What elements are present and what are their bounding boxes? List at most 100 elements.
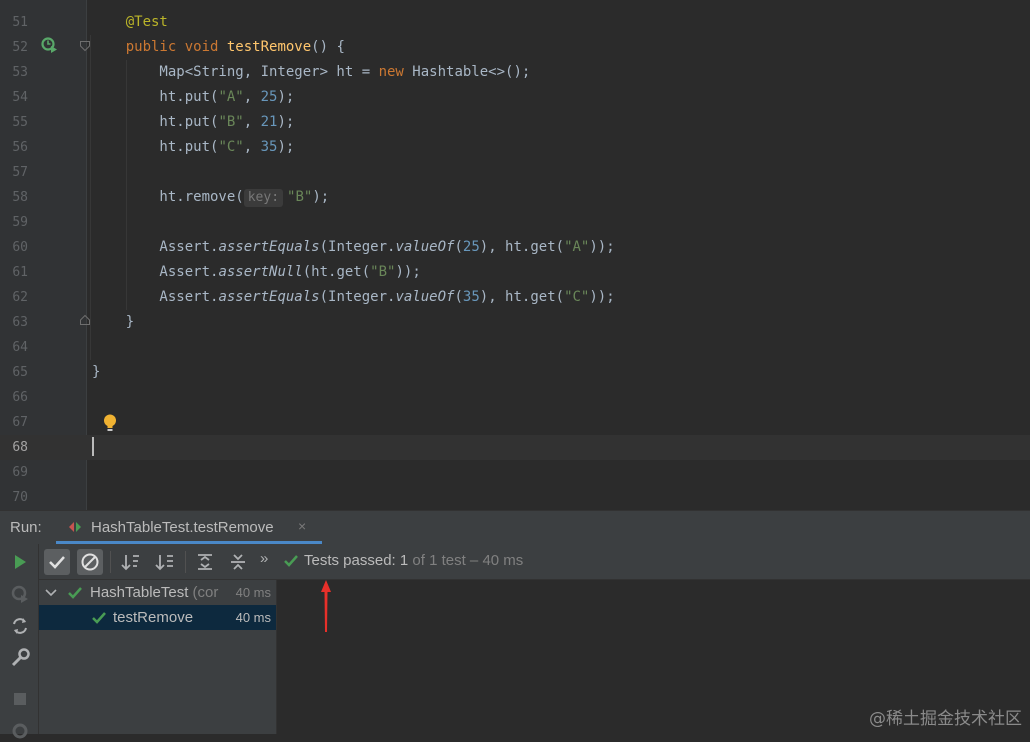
code-token: assertNull bbox=[218, 264, 303, 280]
code-text: Map<String, Integer> ht = new Hashtable<… bbox=[92, 60, 530, 85]
toolbar-separator bbox=[110, 551, 111, 573]
suite-name: HashTableTest bbox=[90, 584, 189, 601]
code-token: assertEquals bbox=[218, 289, 320, 305]
line-number: 56 bbox=[12, 140, 28, 155]
code-line[interactable]: 65} bbox=[0, 360, 1030, 385]
code-line[interactable]: 66 bbox=[0, 385, 1030, 410]
code-token: "B" bbox=[218, 114, 244, 130]
collapse-all-button[interactable] bbox=[225, 549, 251, 575]
more-actions-icon[interactable]: » bbox=[260, 550, 268, 567]
code-line[interactable]: 58 ht.remove(key: "B"); bbox=[0, 185, 1030, 210]
code-token: Assert. bbox=[92, 264, 219, 280]
tree-root-label: HashTableTest (cor bbox=[90, 584, 218, 601]
status-main: Tests passed: bbox=[304, 552, 400, 569]
rerun-failed-icon[interactable] bbox=[9, 583, 31, 605]
code-token: Assert. bbox=[92, 239, 219, 255]
show-ignored-icon bbox=[81, 553, 99, 571]
sort-duration-button[interactable] bbox=[152, 549, 178, 575]
code-line[interactable]: 70 bbox=[0, 485, 1030, 510]
test-toolbar: » Tests passed: 1 of 1 test – 40 ms bbox=[39, 544, 1030, 580]
run-label: Run: bbox=[10, 519, 42, 536]
wrench-icon[interactable] bbox=[9, 647, 31, 669]
code-token: } bbox=[92, 314, 135, 330]
sort-duration-icon bbox=[155, 555, 173, 571]
red-arrow-annotation bbox=[321, 580, 331, 632]
expand-all-button[interactable] bbox=[192, 549, 218, 575]
line-number: 67 bbox=[12, 415, 28, 430]
code-line[interactable]: 54 ht.put("A", 25); bbox=[0, 85, 1030, 110]
code-token: Assert. bbox=[92, 289, 219, 305]
code-token: Hashtable<>(); bbox=[412, 64, 531, 80]
line-number: 66 bbox=[12, 390, 28, 405]
code-line[interactable]: 55 ht.put("B", 21); bbox=[0, 110, 1030, 135]
code-token: ), ht.get( bbox=[479, 239, 565, 255]
code-token: "A" bbox=[564, 239, 590, 255]
code-token: ); bbox=[277, 114, 295, 130]
code-token: ); bbox=[312, 189, 330, 205]
code-line[interactable]: 60 Assert.assertEquals(Integer.valueOf(2… bbox=[0, 235, 1030, 260]
line-number: 53 bbox=[12, 65, 28, 80]
code-token: assertEquals bbox=[218, 239, 320, 255]
code-token: 21 bbox=[260, 114, 278, 130]
code-token: (ht.get( bbox=[302, 264, 371, 280]
close-icon[interactable]: × bbox=[298, 518, 306, 534]
show-passed-button[interactable] bbox=[44, 549, 70, 575]
line-number: 63 bbox=[12, 315, 28, 330]
code-line[interactable]: 63 } bbox=[0, 310, 1030, 335]
code-token: ht.put( bbox=[92, 139, 219, 155]
run-icon[interactable] bbox=[9, 551, 31, 573]
fold-icon[interactable] bbox=[79, 40, 91, 52]
code-line[interactable]: 62 Assert.assertEquals(Integer.valueOf(3… bbox=[0, 285, 1030, 310]
stop-icon[interactable] bbox=[9, 688, 31, 710]
code-line[interactable]: 68 bbox=[0, 435, 1030, 460]
code-token: ); bbox=[277, 89, 295, 105]
fold-icon[interactable] bbox=[79, 314, 91, 326]
code-editor[interactable]: 51 @Test 52 public void testRemove() {53 … bbox=[0, 0, 1030, 510]
line-number: 64 bbox=[12, 340, 28, 355]
chevron-down-icon[interactable] bbox=[45, 588, 57, 598]
code-text: Assert.assertNull(ht.get("B")); bbox=[92, 260, 421, 285]
settings-icon[interactable] bbox=[9, 720, 31, 742]
run-gutter-icon[interactable] bbox=[40, 36, 58, 54]
rerun-icon[interactable] bbox=[9, 615, 31, 637]
code-token: ht.put( bbox=[92, 89, 219, 105]
code-token: valueOf bbox=[395, 289, 455, 305]
code-line[interactable]: 52 public void testRemove() { bbox=[0, 35, 1030, 60]
code-token: "B" bbox=[287, 189, 313, 205]
code-line[interactable]: 53 Map<String, Integer> ht = new Hashtab… bbox=[0, 60, 1030, 85]
code-line[interactable]: 61 Assert.assertNull(ht.get("B")); bbox=[0, 260, 1030, 285]
sort-alpha-button[interactable] bbox=[118, 549, 144, 575]
tree-row-root[interactable]: HashTableTest (cor 40 ms bbox=[39, 580, 276, 605]
tree-row-test[interactable]: testRemove 40 ms bbox=[39, 605, 276, 630]
show-ignored-button[interactable] bbox=[77, 549, 103, 575]
line-number: 68 bbox=[12, 440, 28, 455]
code-token: ); bbox=[277, 139, 295, 155]
collapse-all-icon bbox=[231, 554, 245, 570]
code-token: "A" bbox=[218, 89, 244, 105]
code-line[interactable]: 57 bbox=[0, 160, 1030, 185]
line-number: 62 bbox=[12, 290, 28, 305]
line-number: 51 bbox=[12, 15, 28, 30]
run-side-toolbar bbox=[0, 544, 39, 739]
run-panel-header: Run: HashTableTest.testRemove × bbox=[0, 510, 1030, 544]
code-token: )); bbox=[395, 264, 421, 280]
code-token: , bbox=[243, 114, 261, 130]
run-tab[interactable]: HashTableTest.testRemove × bbox=[56, 511, 322, 544]
code-line[interactable]: 59 bbox=[0, 210, 1030, 235]
code-token: @Test bbox=[125, 14, 168, 30]
lightbulb-icon[interactable] bbox=[101, 413, 119, 433]
code-line[interactable]: 64 bbox=[0, 335, 1030, 360]
code-token: () { bbox=[311, 39, 345, 55]
code-line[interactable]: 56 ht.put("C", 35); bbox=[0, 135, 1030, 160]
code-token: 25 bbox=[462, 239, 480, 255]
run-tab-title: HashTableTest.testRemove bbox=[91, 519, 274, 536]
expand-all-icon bbox=[198, 554, 212, 570]
code-token: , bbox=[243, 89, 261, 105]
test-status: Tests passed: 1 of 1 test – 40 ms bbox=[304, 552, 523, 569]
tree-root-time: 40 ms bbox=[235, 585, 271, 600]
code-line[interactable]: 67 bbox=[0, 410, 1030, 435]
code-line[interactable]: 51 @Test bbox=[0, 10, 1030, 35]
code-line[interactable]: 69 bbox=[0, 460, 1030, 485]
